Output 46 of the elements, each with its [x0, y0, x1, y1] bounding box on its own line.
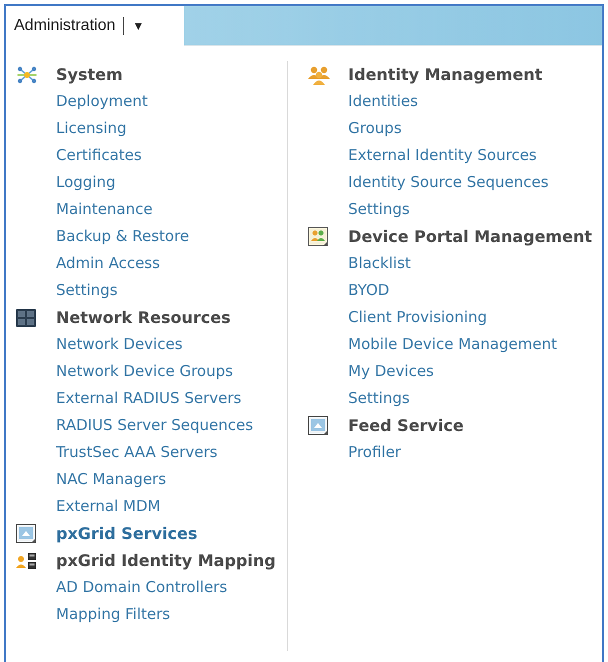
- grid-icon: [16, 308, 36, 326]
- menu-link[interactable]: Identity Source Sequences: [348, 171, 549, 194]
- menu-link[interactable]: NAC Managers: [56, 468, 166, 491]
- section-heading: System: [56, 64, 123, 86]
- menu-link[interactable]: Deployment: [56, 90, 148, 113]
- menu-link[interactable]: Settings: [56, 279, 118, 302]
- screen-icon: [16, 524, 36, 543]
- section-heading: pxGrid Identity Mapping: [56, 550, 276, 572]
- menu-link[interactable]: Maintenance: [56, 198, 153, 221]
- section-heading: Feed Service: [348, 414, 464, 436]
- menu-link[interactable]: AD Domain Controllers: [56, 576, 228, 599]
- menu-link[interactable]: Identities: [348, 90, 418, 113]
- menu-link[interactable]: External RADIUS Servers: [56, 387, 242, 410]
- menu-link[interactable]: Logging: [56, 171, 116, 194]
- people-icon: [308, 64, 330, 84]
- menu-link[interactable]: Licensing: [56, 117, 127, 140]
- menu-link[interactable]: Backup & Restore: [56, 225, 190, 248]
- menu-link[interactable]: Network Devices: [56, 333, 183, 356]
- menu-link[interactable]: Settings: [348, 387, 410, 410]
- menu-link[interactable]: RADIUS Server Sequences: [56, 414, 254, 437]
- people-icon: [308, 227, 328, 246]
- section-heading[interactable]: pxGrid Services: [56, 522, 198, 546]
- menu-link[interactable]: Network Device Groups: [56, 360, 233, 383]
- menu-link[interactable]: Blacklist: [348, 252, 411, 275]
- menu-link[interactable]: TrustSec AAA Servers: [56, 441, 218, 464]
- menu-link[interactable]: BYOD: [348, 279, 390, 302]
- caret-icon[interactable]: ▼: [132, 17, 144, 35]
- person-device-icon: [16, 552, 38, 570]
- menu-tab[interactable]: Administration ▼: [6, 6, 184, 46]
- menu-link[interactable]: External MDM: [56, 495, 160, 518]
- section-heading: Identity Management: [348, 64, 542, 86]
- tab-label: Administration: [14, 16, 116, 36]
- menu-link[interactable]: External Identity Sources: [348, 144, 537, 167]
- menu-link[interactable]: Client Provisioning: [348, 306, 488, 329]
- menu-link[interactable]: Settings: [348, 198, 410, 221]
- menu-link[interactable]: Mapping Filters: [56, 603, 170, 626]
- network-hub-icon: [16, 66, 38, 84]
- section-heading: Device Portal Management: [348, 226, 592, 248]
- screen-icon: [308, 416, 328, 435]
- menu-link[interactable]: My Devices: [348, 360, 434, 383]
- menu-link[interactable]: Certificates: [56, 144, 142, 167]
- section-heading: Network Resources: [56, 306, 231, 328]
- menu-link[interactable]: Profiler: [348, 441, 401, 464]
- menu-link[interactable]: Admin Access: [56, 252, 160, 275]
- menu-link[interactable]: Mobile Device Management: [348, 333, 558, 356]
- menu-link[interactable]: Groups: [348, 117, 402, 140]
